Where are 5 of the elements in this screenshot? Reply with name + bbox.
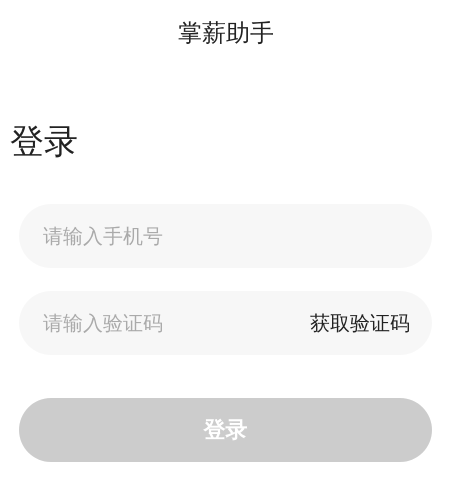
phone-field[interactable]: 请输入手机号 [19,204,432,268]
get-code-button[interactable]: 获取验证码 [310,310,410,336]
code-field[interactable]: 请输入验证码 获取验证码 [19,291,432,355]
page-title: 掌薪助手 [177,18,275,49]
login-heading: 登录 [10,121,79,163]
